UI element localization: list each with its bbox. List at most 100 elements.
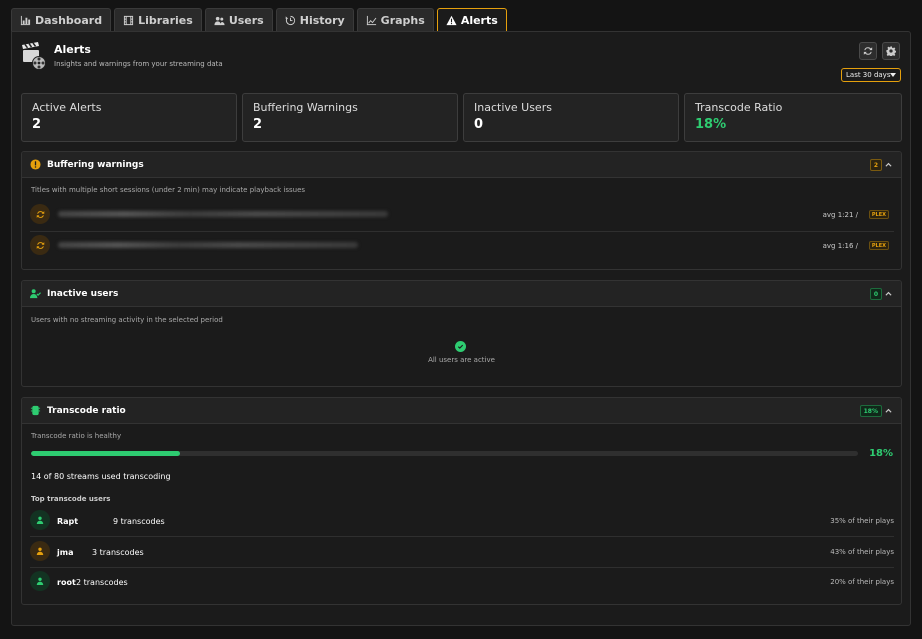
- nav-tabs: Dashboard Libraries Users History Graphs…: [11, 8, 507, 32]
- tab-dashboard[interactable]: Dashboard: [11, 8, 112, 32]
- chevron-up-icon[interactable]: [885, 407, 892, 414]
- transcode-ratio-section: Transcode ratio 18% Transcode ratio is h…: [21, 397, 902, 605]
- film-icon: [124, 15, 134, 26]
- tab-label: Users: [228, 14, 264, 27]
- transcode-count: 3 transcodes: [92, 548, 144, 557]
- sync-icon: [36, 241, 44, 249]
- top-users-heading: Top transcode users: [31, 495, 111, 503]
- buffer-icon-wrap: [30, 204, 50, 224]
- date-range-value: Last 30 days: [846, 71, 891, 79]
- stat-label: Inactive Users: [474, 101, 552, 114]
- tab-users[interactable]: Users: [204, 8, 273, 32]
- server-badge: PLEX: [868, 241, 889, 250]
- section-description: Users with no streaming activity in the …: [31, 316, 223, 324]
- redacted-title: [58, 211, 388, 217]
- stat-card-active-alerts: Active Alerts 2: [21, 93, 237, 142]
- ratio-badge: 18%: [859, 405, 882, 417]
- line-chart-icon: [366, 15, 377, 26]
- tab-graphs[interactable]: Graphs: [356, 8, 434, 32]
- tab-libraries[interactable]: Libraries: [114, 8, 202, 32]
- clapperboard-icon: [22, 42, 46, 70]
- list-item[interactable]: Rapt 9 transcodes 35% of their plays: [30, 507, 894, 535]
- transcode-summary: 14 of 80 streams used transcoding: [31, 472, 171, 481]
- stat-card-transcode-ratio: Transcode Ratio 18%: [684, 93, 902, 142]
- section-title: Inactive users: [47, 289, 119, 299]
- buffer-icon-wrap: [30, 235, 50, 255]
- settings-button[interactable]: [882, 42, 900, 60]
- inactive-users-section: Inactive users 0 Users with no streaming…: [21, 280, 902, 387]
- user-name: Rapt: [57, 517, 79, 526]
- page-subtitle: Insights and warnings from your streamin…: [54, 60, 223, 68]
- transcode-share: 35% of their plays: [830, 517, 894, 525]
- stat-label: Transcode Ratio: [695, 101, 783, 114]
- list-item[interactable]: avg 1:21 / PLEX: [30, 201, 894, 229]
- avatar: [30, 510, 50, 530]
- stat-card-buffering-warnings: Buffering Warnings 2: [242, 93, 458, 142]
- server-badge: PLEX: [868, 210, 889, 219]
- tab-label: History: [299, 14, 345, 27]
- date-range-select[interactable]: Last 30 days: [841, 68, 901, 82]
- alert-circle-icon: [30, 159, 41, 170]
- chip-icon: [30, 405, 41, 416]
- section-title: Transcode ratio: [47, 406, 126, 416]
- list-item[interactable]: root 2 transcodes 20% of their plays: [30, 568, 894, 596]
- chevron-up-icon[interactable]: [885, 161, 892, 168]
- bar-chart-icon: [20, 15, 31, 26]
- check-circle-icon: [455, 341, 466, 352]
- stat-value: 18%: [695, 117, 727, 132]
- empty-state-text: All users are active: [428, 356, 495, 364]
- gear-icon: [886, 46, 896, 56]
- users-icon: [214, 16, 225, 26]
- tab-label: Dashboard: [35, 14, 103, 27]
- page-title: Alerts: [54, 43, 91, 56]
- tab-label: Libraries: [138, 14, 193, 27]
- user-icon: [36, 547, 44, 555]
- stat-value: 2: [32, 117, 42, 132]
- chevron-down-icon: [890, 73, 896, 77]
- section-header[interactable]: Inactive users 0: [22, 281, 901, 307]
- section-title: Buffering warnings: [47, 160, 144, 170]
- avg-duration: avg 1:21 /: [822, 211, 858, 219]
- list-item[interactable]: jma 3 transcodes 43% of their plays: [30, 538, 894, 566]
- alerts-panel: Alerts Insights and warnings from your s…: [11, 31, 911, 626]
- avatar: [30, 571, 50, 591]
- warning-icon: [446, 15, 457, 26]
- stat-label: Active Alerts: [32, 101, 102, 114]
- history-icon: [285, 15, 295, 26]
- divider: [30, 536, 894, 537]
- tab-label: Graphs: [380, 14, 425, 27]
- transcode-share: 20% of their plays: [830, 578, 894, 586]
- stat-value: 0: [474, 117, 484, 132]
- stat-card-inactive-users: Inactive Users 0: [463, 93, 679, 142]
- avg-duration: avg 1:16 /: [822, 242, 858, 250]
- buffering-warnings-section: Buffering warnings 2 Titles with multipl…: [21, 151, 902, 270]
- list-item[interactable]: avg 1:16 / PLEX: [30, 232, 894, 260]
- section-header[interactable]: Buffering warnings 2: [22, 152, 901, 178]
- count-badge: 0: [869, 288, 882, 300]
- tab-alerts[interactable]: Alerts: [436, 8, 507, 32]
- section-header[interactable]: Transcode ratio 18%: [22, 398, 901, 424]
- refresh-icon: [863, 47, 873, 55]
- sync-icon: [36, 210, 44, 218]
- stat-value: 2: [253, 117, 263, 132]
- avatar: [30, 541, 50, 561]
- user-name: jma: [57, 548, 74, 557]
- user-icon: [36, 577, 44, 585]
- tab-history[interactable]: History: [275, 8, 354, 32]
- user-check-icon: [30, 289, 41, 299]
- transcode-count: 2 transcodes: [76, 578, 128, 587]
- redacted-title: [58, 242, 358, 248]
- refresh-button[interactable]: [859, 42, 877, 60]
- user-icon: [36, 516, 44, 524]
- section-description: Transcode ratio is healthy: [31, 432, 122, 440]
- transcode-count: 9 transcodes: [113, 517, 165, 526]
- section-description: Titles with multiple short sessions (und…: [31, 186, 306, 194]
- progress-fill: [31, 451, 180, 456]
- transcode-share: 43% of their plays: [830, 548, 894, 556]
- stat-label: Buffering Warnings: [253, 101, 358, 114]
- user-name: root: [57, 578, 76, 587]
- chevron-up-icon[interactable]: [885, 290, 892, 297]
- transcode-progress-bar: [31, 451, 858, 456]
- count-badge: 2: [869, 159, 882, 171]
- transcode-percent: 18%: [869, 448, 893, 459]
